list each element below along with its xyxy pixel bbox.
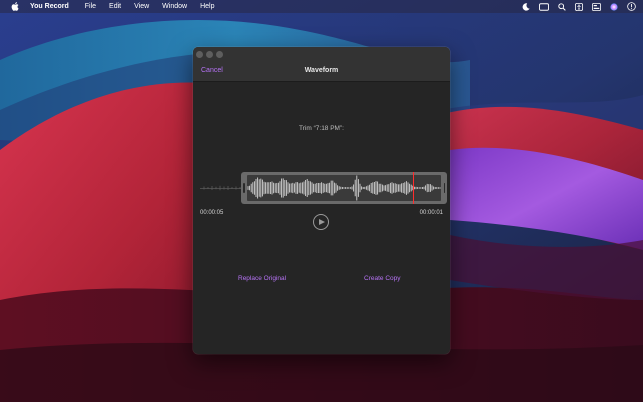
start-time: 00:00:05	[200, 210, 223, 216]
search-icon[interactable]	[558, 3, 566, 11]
menu-view[interactable]: View	[134, 0, 149, 13]
status-icons	[513, 0, 636, 13]
play-icon	[319, 219, 325, 225]
trim-handle-right[interactable]	[444, 183, 446, 193]
menu-window[interactable]: Window	[162, 0, 187, 13]
app-menu[interactable]: You Record	[30, 0, 69, 13]
trim-label: Trim “7:18 PM”:	[193, 125, 450, 132]
create-copy-button[interactable]: Create Copy	[364, 275, 401, 282]
play-button[interactable]	[313, 214, 329, 230]
menu-help[interactable]: Help	[200, 0, 214, 13]
menu-edit[interactable]: Edit	[109, 0, 121, 13]
waveform-window: Cancel Waveform Trim “7:18 PM”: 00:00:05…	[193, 47, 450, 354]
waveform	[247, 175, 441, 201]
moon-icon[interactable]	[522, 3, 530, 11]
menu-file[interactable]: File	[85, 0, 96, 13]
apple-logo-icon[interactable]	[11, 2, 21, 11]
info-icon[interactable]	[627, 2, 636, 11]
trim-handle-left[interactable]	[243, 183, 245, 193]
playhead[interactable]	[413, 172, 414, 204]
accessibility-icon[interactable]	[575, 3, 583, 11]
trim-selection[interactable]	[241, 172, 447, 204]
replace-original-button[interactable]: Replace Original	[238, 275, 286, 282]
control-center-icon[interactable]	[592, 3, 601, 11]
menu-bar: You Record File Edit View Window Help	[0, 0, 643, 13]
display-icon[interactable]	[539, 3, 549, 11]
close-window-button[interactable]	[196, 51, 203, 58]
waveform-outside-left	[200, 180, 242, 196]
end-time: 00:00:01	[420, 210, 443, 216]
zoom-window-button[interactable]	[216, 51, 223, 58]
minimize-window-button[interactable]	[206, 51, 213, 58]
window-title: Waveform	[193, 67, 450, 74]
window-titlebar	[193, 47, 450, 82]
siri-icon[interactable]	[610, 3, 618, 11]
